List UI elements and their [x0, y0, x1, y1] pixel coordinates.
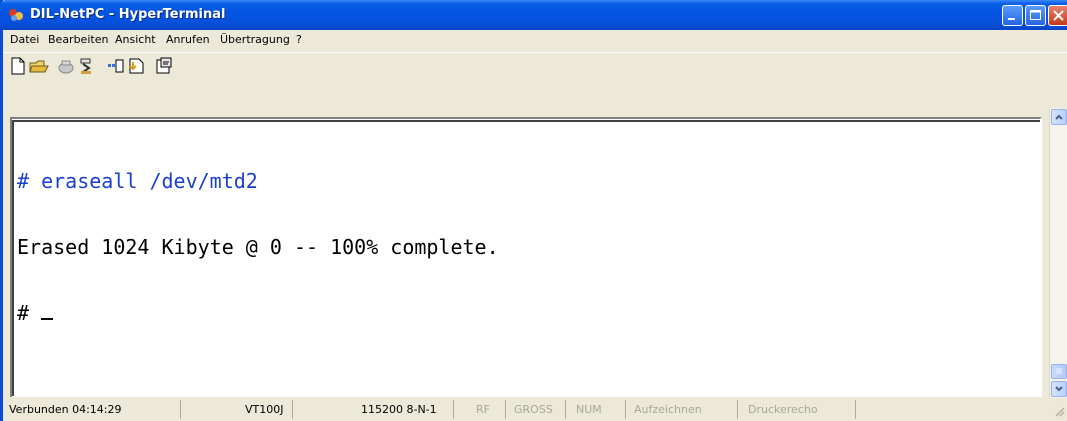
status-print-echo: Druckerecho — [738, 400, 856, 419]
phone-icon[interactable] — [57, 57, 75, 75]
terminal-output-text: Erased 1024 Kibyte @ 0 -- 100% complete. — [17, 235, 499, 259]
status-port-settings: 115200 8-N-1 — [293, 400, 454, 419]
text-cursor — [41, 318, 54, 320]
terminal-prompt: # — [17, 169, 42, 193]
hyperterminal-window: DIL-NetPC - HyperTerminal Datei Bearbeit… — [0, 0, 1067, 421]
status-caps: GROSS — [506, 400, 566, 419]
window-title: DIL-NetPC - HyperTerminal — [30, 7, 226, 22]
new-file-icon[interactable] — [9, 57, 27, 75]
menu-help[interactable]: ? — [296, 33, 302, 46]
toolbar — [3, 52, 1067, 81]
menu-ansicht[interactable]: Ansicht — [115, 33, 156, 46]
close-button[interactable] — [1048, 5, 1067, 26]
terminal-prompt: # — [17, 301, 42, 325]
menu-uebertragung[interactable]: Übertragung — [220, 33, 290, 46]
vertical-scrollbar[interactable] — [1049, 108, 1067, 398]
terminal-output: # eraseall /dev/mtd2 Erased 1024 Kibyte … — [17, 126, 499, 368]
receive-icon[interactable] — [127, 57, 145, 75]
minimize-button[interactable] — [1002, 5, 1023, 26]
status-rf: RF — [454, 400, 506, 419]
chevron-up-icon — [1055, 114, 1063, 120]
chevron-down-icon — [1055, 386, 1063, 392]
title-bar[interactable]: DIL-NetPC - HyperTerminal — [0, 0, 1067, 30]
terminal-command: eraseall /dev/mtd2 — [41, 169, 258, 193]
status-emulation: VT100J — [181, 400, 293, 419]
status-bar: Verbunden 04:14:29 VT100J 115200 8-N-1 R… — [3, 399, 1067, 421]
hyperterminal-app-icon[interactable] — [8, 7, 24, 23]
terminal-line: Erased 1024 Kibyte @ 0 -- 100% complete. — [17, 236, 499, 258]
scroll-down-button[interactable] — [1051, 381, 1067, 397]
status-num: NUM — [566, 400, 626, 419]
menu-datei[interactable]: Datei — [10, 33, 39, 46]
scroll-up-button[interactable] — [1051, 109, 1067, 125]
send-icon[interactable] — [107, 57, 125, 75]
properties-icon[interactable] — [155, 57, 173, 75]
open-folder-icon[interactable] — [29, 57, 49, 75]
menu-anrufen[interactable]: Anrufen — [166, 33, 210, 46]
maximize-button[interactable] — [1025, 5, 1046, 26]
terminal-line: # — [17, 302, 499, 324]
menu-bearbeiten[interactable]: Bearbeiten — [48, 33, 108, 46]
resize-grip-icon[interactable] — [1053, 405, 1065, 417]
scroll-thumb[interactable] — [1051, 364, 1067, 379]
terminal-line: # eraseall /dev/mtd2 — [17, 170, 499, 192]
status-capture: Aufzeichnen — [626, 400, 738, 419]
menu-bar: Datei Bearbeiten Ansicht Anrufen Übertra… — [3, 30, 1067, 50]
disconnect-icon[interactable] — [77, 57, 95, 75]
status-connection: Verbunden 04:14:29 — [5, 400, 181, 419]
